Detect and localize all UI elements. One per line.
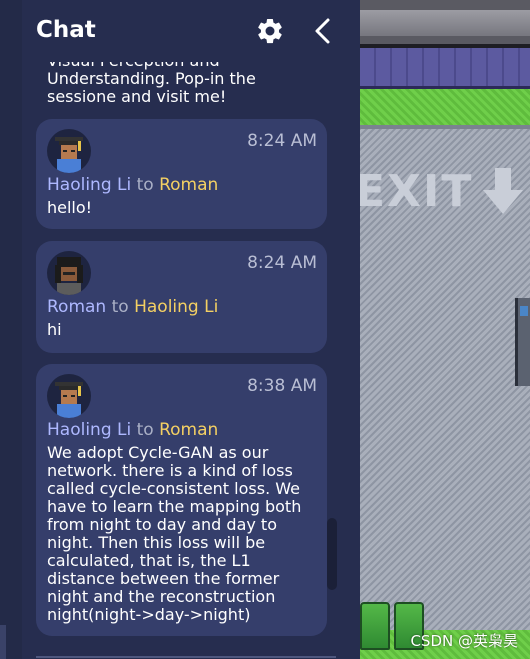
message-time: 8:24 AM — [247, 253, 317, 273]
map-wall-top — [360, 0, 530, 48]
map-wall — [360, 48, 530, 89]
message-sender[interactable]: Haoling Li — [47, 420, 131, 440]
message-recipient[interactable]: Roman — [159, 420, 218, 440]
exit-sign-text: EXIT — [355, 165, 474, 217]
message-recipient[interactable]: Haoling Li — [134, 297, 218, 317]
message-header: Haoling Li to Roman — [47, 420, 218, 440]
chat-panel: Visual Perception and Understanding. Pop… — [22, 0, 360, 659]
message-recipient[interactable]: Roman — [159, 175, 218, 195]
message-time: 8:24 AM — [247, 131, 317, 151]
game-map[interactable] — [360, 0, 530, 659]
exit-sign: EXIT — [355, 165, 525, 217]
message-body: hello! — [47, 198, 93, 217]
map-floor-edge — [360, 125, 530, 129]
message-to-word: to — [136, 175, 154, 195]
map-grass-strip — [360, 89, 530, 125]
chat-scrollbar-thumb[interactable] — [327, 518, 337, 590]
chat-message: 8:24 AM Roman to Haoling Li hi — [36, 241, 327, 353]
message-sender[interactable]: Roman — [47, 297, 106, 317]
avatar[interactable] — [47, 251, 91, 295]
chat-divider — [36, 656, 336, 658]
message-to-word: to — [136, 420, 154, 440]
chat-message: 8:38 AM Haoling Li to Roman We adopt Cyc… — [36, 364, 327, 636]
message-body: We adopt Cycle-GAN as our network. there… — [47, 443, 302, 624]
gear-icon[interactable] — [255, 16, 285, 46]
chat-message: 8:24 AM Haoling Li to Roman hello! — [36, 119, 327, 229]
plant-object — [360, 602, 390, 650]
haoling-avatar-icon — [47, 374, 91, 418]
message-header: Roman to Haoling Li — [47, 297, 218, 317]
watermark: CSDN @英枭昊 — [410, 632, 518, 650]
message-time: 8:38 AM — [247, 376, 317, 396]
roman-avatar-icon — [47, 251, 91, 295]
message-to-word: to — [111, 297, 129, 317]
message-sender[interactable]: Haoling Li — [47, 175, 131, 195]
sidebar-strip — [0, 0, 22, 659]
message-body: hi — [47, 320, 62, 339]
message-header: Haoling Li to Roman — [47, 175, 218, 195]
avatar[interactable] — [47, 374, 91, 418]
chevron-left-icon[interactable] — [310, 16, 334, 46]
chat-title: Chat — [36, 17, 96, 43]
arrow-down-icon — [483, 168, 524, 214]
chat-header: Chat — [22, 0, 360, 62]
haoling-avatar-icon — [47, 129, 91, 173]
map-object — [515, 298, 530, 386]
sidebar-tab[interactable] — [0, 625, 6, 659]
avatar[interactable] — [47, 129, 91, 173]
